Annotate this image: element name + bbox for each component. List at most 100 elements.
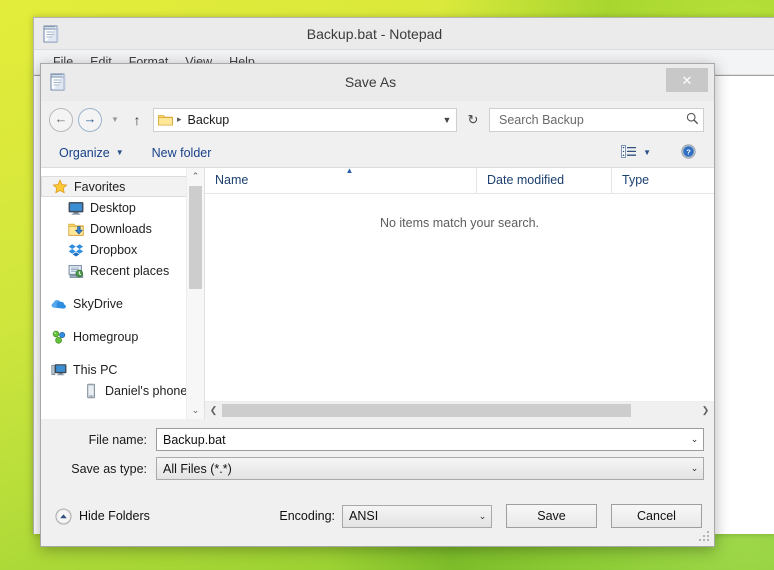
sidebar-item-skydrive[interactable]: SkyDrive: [41, 293, 204, 314]
monitor-icon: [68, 200, 84, 216]
column-header-date-modified[interactable]: Date modified: [477, 168, 612, 193]
new-folder-button[interactable]: New folder: [144, 142, 220, 164]
file-name-input[interactable]: Backup.bat: [157, 433, 686, 447]
sidebar-item-label: Recent places: [90, 264, 169, 278]
nav-group-gap: [41, 314, 204, 326]
save-as-dialog: Save As ✕ ← → ▼ ↑ ▸ Backup ▼ ↻: [40, 63, 715, 547]
file-list-pane: Name Date modified Type ▲ No items match…: [205, 168, 714, 419]
dialog-body: Favorites Desktop: [41, 168, 714, 419]
encoding-select[interactable]: ANSI ⌄: [342, 505, 492, 528]
search-box[interactable]: [489, 108, 704, 132]
sidebar-item-label: Dropbox: [90, 243, 137, 257]
column-header-name[interactable]: Name: [205, 168, 477, 193]
navigation-pane: Favorites Desktop: [41, 168, 205, 419]
cloud-icon: [51, 296, 67, 312]
computer-icon: [51, 362, 67, 378]
sidebar-item-label: Daniel's phone: [105, 384, 187, 398]
recent-places-icon: [68, 263, 84, 279]
navigation-bar: ← → ▼ ↑ ▸ Backup ▼ ↻: [41, 101, 714, 138]
save-as-type-row: Save as type: All Files (*.*) ⌄: [51, 457, 704, 480]
cancel-button[interactable]: Cancel: [611, 504, 702, 528]
back-button[interactable]: ←: [49, 108, 73, 132]
change-view-button[interactable]: ▼: [613, 141, 659, 165]
save-as-type-label: Save as type:: [51, 462, 156, 476]
chevron-down-icon[interactable]: ⌄: [686, 434, 703, 445]
column-header-row: Name Date modified Type ▲: [205, 168, 714, 194]
sidebar-item-label: Downloads: [90, 222, 152, 236]
hscrollbar-track[interactable]: [222, 402, 697, 419]
close-icon[interactable]: ✕: [666, 68, 708, 92]
empty-list-message: No items match your search.: [205, 194, 714, 401]
address-bar[interactable]: ▸ Backup ▼: [153, 108, 457, 132]
navpane-scrollbar-thumb[interactable]: [189, 186, 202, 289]
scroll-up-icon[interactable]: ⌃: [187, 168, 204, 185]
homegroup-icon: [51, 329, 67, 345]
star-icon: [52, 179, 68, 195]
sidebar-item-label: Desktop: [90, 201, 136, 215]
chevron-down-icon[interactable]: ⌄: [686, 463, 703, 474]
sidebar-item-dropbox[interactable]: Dropbox: [41, 239, 204, 260]
save-button[interactable]: Save: [506, 504, 597, 528]
save-as-title: Save As: [41, 74, 714, 90]
sidebar-item-label: Favorites: [74, 180, 125, 194]
sidebar-item-recent-places[interactable]: Recent places: [41, 260, 204, 281]
save-as-type-value: All Files (*.*): [157, 462, 686, 476]
scroll-down-icon[interactable]: ⌄: [187, 402, 204, 419]
hide-folders-label: Hide Folders: [79, 509, 150, 523]
organize-button[interactable]: Organize ▼: [51, 142, 132, 164]
help-button[interactable]: ?: [673, 140, 704, 166]
notepad-titlebar[interactable]: Backup.bat - Notepad: [34, 18, 774, 50]
file-name-combobox[interactable]: Backup.bat ⌄: [156, 428, 704, 451]
downloads-folder-icon: [68, 221, 84, 237]
dialog-footer: Hide Folders Encoding: ANSI ⌄ Save Cance…: [41, 486, 714, 546]
hide-folders-button[interactable]: Hide Folders: [55, 508, 150, 525]
chevron-down-icon: ▼: [116, 148, 124, 157]
encoding-label: Encoding:: [279, 509, 335, 523]
save-form: File name: Backup.bat ⌄ Save as type: Al…: [41, 419, 714, 486]
sidebar-item-desktop[interactable]: Desktop: [41, 197, 204, 218]
nav-group-gap: [41, 347, 204, 359]
refresh-icon[interactable]: ↻: [462, 112, 484, 128]
chevron-down-icon: ▼: [643, 148, 651, 157]
navigation-pane-list: Favorites Desktop: [41, 168, 204, 401]
sidebar-item-label: This PC: [73, 363, 117, 377]
file-list-horizontal-scrollbar[interactable]: ❮ ❯: [205, 401, 714, 419]
chevron-down-icon[interactable]: ▼: [438, 115, 456, 125]
sidebar-item-homegroup[interactable]: Homegroup: [41, 326, 204, 347]
sort-ascending-icon: ▲: [345, 168, 354, 174]
nav-group-gap: [41, 281, 204, 293]
encoding-group: Encoding: ANSI ⌄ Save Cancel: [279, 504, 702, 528]
sidebar-item-downloads[interactable]: Downloads: [41, 218, 204, 239]
navpane-scrollbar[interactable]: ⌃ ⌄: [186, 168, 204, 419]
hscrollbar-thumb[interactable]: [222, 404, 631, 417]
up-one-level-button[interactable]: ↑: [127, 112, 147, 128]
scroll-left-icon[interactable]: ❮: [205, 405, 222, 416]
sidebar-item-label: Homegroup: [73, 330, 138, 344]
help-icon: ?: [681, 144, 696, 162]
notepad-title: Backup.bat - Notepad: [34, 26, 774, 42]
sidebar-item-favorites[interactable]: Favorites: [41, 176, 198, 197]
scroll-right-icon[interactable]: ❯: [697, 405, 714, 416]
dropbox-icon: [68, 242, 84, 258]
new-folder-label: New folder: [152, 146, 212, 160]
save-as-type-select[interactable]: All Files (*.*) ⌄: [156, 457, 704, 480]
chevron-down-icon[interactable]: ⌄: [474, 511, 491, 522]
organize-label: Organize: [59, 146, 110, 160]
sidebar-item-label: SkyDrive: [73, 297, 123, 311]
resize-grip-icon[interactable]: [698, 531, 710, 543]
search-input[interactable]: [497, 112, 686, 128]
recent-locations-icon[interactable]: ▼: [107, 115, 123, 124]
file-name-row: File name: Backup.bat ⌄: [51, 428, 704, 451]
collapse-up-icon: [55, 508, 72, 525]
svg-text:?: ?: [686, 147, 691, 156]
forward-button[interactable]: →: [78, 108, 102, 132]
sidebar-item-daniels-phone[interactable]: Daniel's phone: [41, 380, 204, 401]
file-name-label: File name:: [51, 433, 156, 447]
column-header-type[interactable]: Type: [612, 168, 712, 193]
view-options-icon: [621, 145, 637, 161]
breadcrumb[interactable]: Backup: [188, 113, 230, 127]
search-icon[interactable]: [686, 112, 699, 128]
folder-icon: [158, 113, 173, 126]
save-as-titlebar[interactable]: Save As ✕: [41, 64, 714, 101]
sidebar-item-this-pc[interactable]: This PC: [41, 359, 204, 380]
